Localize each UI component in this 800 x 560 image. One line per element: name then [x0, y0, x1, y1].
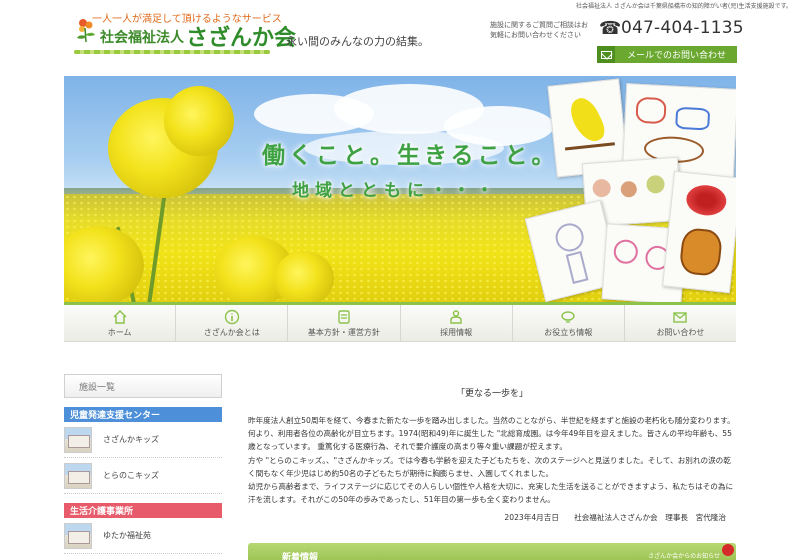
news-subtitle: さざんか会からのお知らせ [648, 553, 720, 560]
home-icon [112, 309, 128, 325]
phone-icon: ☎ [599, 18, 622, 39]
facility-list-label: 施設一覧 [79, 382, 116, 393]
global-nav: ホーム さざんか会とは 基本方針・運営方針 採用情報 お役立ち情報 お問い合わせ [64, 302, 736, 342]
facility-thumbnail [64, 426, 92, 453]
facility-thumbnail [64, 522, 92, 549]
mail-contact-label: メールでのお問い合わせ [627, 51, 727, 61]
nav-item-policy[interactable]: 基本方針・運営方針 [288, 305, 401, 341]
nav-label: さざんか会とは [203, 328, 260, 337]
hero-headline: 働くこと。生きること。 [262, 143, 559, 169]
article-paragraph: 幼児から高齢者まで、ライフステージに応じてその人らしい個性や人格を大切に、充実し… [248, 482, 734, 505]
info-icon [224, 309, 240, 325]
header-topline: 社会福祉法人 さざんか会は千葉県船橋市の知的障がい者(児)生活支援施設です。 [576, 3, 792, 10]
scroll-icon [336, 309, 352, 325]
facility-name: さざんかキッズ [103, 435, 159, 444]
ladybug-icon [722, 544, 734, 556]
article-signature: 2023年4月吉日 社会福祉法人さざんか会 理事長 宮代隆治 [504, 513, 726, 523]
article-paragraph: 昨年度法人創立50周年を経て、今春また新たな一歩を踏み出しました。当然のことなが… [248, 416, 735, 452]
childs-drawing-flower [662, 170, 736, 294]
nav-item-about[interactable]: さざんか会とは [176, 305, 289, 341]
person-icon [448, 309, 464, 325]
mail-icon [672, 309, 688, 325]
lightbulb-icon [560, 309, 576, 325]
nav-label: 採用情報 [440, 328, 473, 337]
news-section-header: 新着情報 さざんか会からのお知らせ [248, 543, 736, 560]
nav-label: お役立ち情報 [544, 328, 593, 337]
hero-banner: 働くこと。生きること。 地域とともに・・・ [64, 76, 736, 302]
header-slogan: 永い間のみんなの力の結集。 [286, 35, 429, 48]
nav-item-useful-info[interactable]: お役立ち情報 [513, 305, 625, 341]
logo-org-type: 社会福祉法人 [100, 30, 184, 46]
contact-note: 施設に関するご質問ご相談はお気軽にお問い合わせください [490, 21, 588, 39]
facility-name: ゆたか福祉苑 [103, 531, 151, 540]
facility-item-toranoko-kids[interactable]: とらのこキッズ [64, 458, 222, 494]
nav-label: 基本方針・運営方針 [307, 328, 380, 337]
category-label: 児童発達支援センター [70, 411, 161, 421]
hero-subheadline: 地域とともに・・・ [292, 181, 499, 201]
phone-number[interactable]: 047-404-1135 [621, 18, 744, 38]
article-title: 「更なる一歩を」 [455, 389, 528, 399]
article-paragraph: 方や "とらのこキッズ。、"さざんかキッズ。では今春も学齢を迎えた子どもたちを、… [248, 455, 731, 478]
category-life-care: 生活介護事業所 [64, 503, 222, 518]
facility-item-sazanka-kids[interactable]: さざんかキッズ [64, 422, 222, 458]
main-content: 「更なる一歩を」 昨年度法人創立50周年を経て、今春また新たな一歩を踏み出しまし… [248, 386, 736, 523]
nav-label: お問い合わせ [656, 328, 705, 337]
nav-item-home[interactable]: ホーム [64, 305, 177, 341]
facility-name: とらのこキッズ [103, 471, 159, 480]
sidebar: 施設一覧 児童発達支援センター さざんかキッズ とらのこキッズ 生活介護事業所 … [64, 374, 222, 554]
facility-item-yutaka[interactable]: ゆたか福祉苑 [64, 518, 222, 554]
nav-item-contact[interactable]: お問い合わせ [625, 305, 736, 341]
mail-icon [597, 46, 615, 63]
category-child-development: 児童発達支援センター [64, 407, 222, 422]
category-label: 生活介護事業所 [70, 507, 134, 517]
logo-org-name: さざんか会 [186, 26, 297, 51]
facility-thumbnail [64, 462, 92, 489]
news-label: 新着情報 [282, 553, 319, 560]
site-header: 社会福祉法人 さざんか会は千葉県船橋市の知的障がい者(児)生活支援施設です。 一… [0, 0, 800, 76]
nav-item-recruit[interactable]: 採用情報 [401, 305, 513, 341]
nav-label: ホーム [107, 328, 132, 337]
facility-list-tab[interactable]: 施設一覧 [64, 374, 222, 398]
article-body: 昨年度法人創立50周年を経て、今春また新たな一歩を踏み出しました。当然のことなが… [248, 414, 736, 506]
mail-contact-button[interactable]: メールでのお問い合わせ [597, 46, 737, 63]
logo-underline [74, 50, 270, 54]
